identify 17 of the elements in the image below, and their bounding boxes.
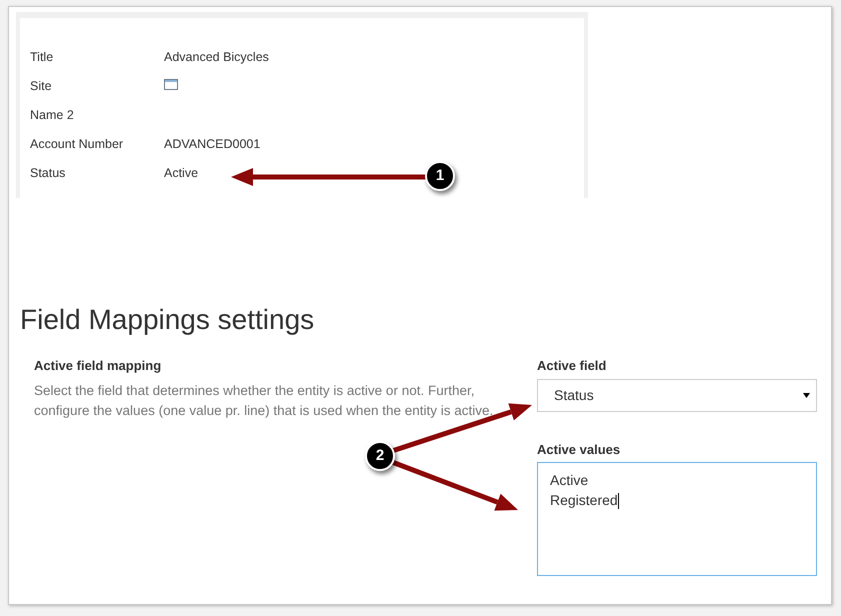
active-field-select[interactable]: Status [537, 378, 817, 412]
dropdown-caret-icon [803, 392, 810, 398]
field-value: ADVANCED0001 [164, 136, 260, 154]
field-label: Site [30, 78, 53, 96]
field-label: Status [30, 165, 66, 182]
mapping-title: Active field mapping [34, 357, 162, 375]
field-label: Active field [537, 357, 608, 375]
window-icon [164, 79, 178, 90]
field-label: Active values [537, 440, 622, 458]
field-label: Title [30, 49, 54, 66]
field-label: Account Number [30, 136, 124, 154]
mapping-description: Select the field that determines whether the entity is active or not. Further, configure the values (one value pr. line) that is used when the entity is active. [34, 382, 494, 420]
field-value: Advanced Bicycles [164, 49, 269, 66]
field-value: Active [164, 165, 198, 182]
section-heading: Field Mappings settings [20, 306, 316, 334]
field-label: Name 2 [30, 107, 75, 124]
active-values-field[interactable]: Active Registered [537, 462, 817, 576]
